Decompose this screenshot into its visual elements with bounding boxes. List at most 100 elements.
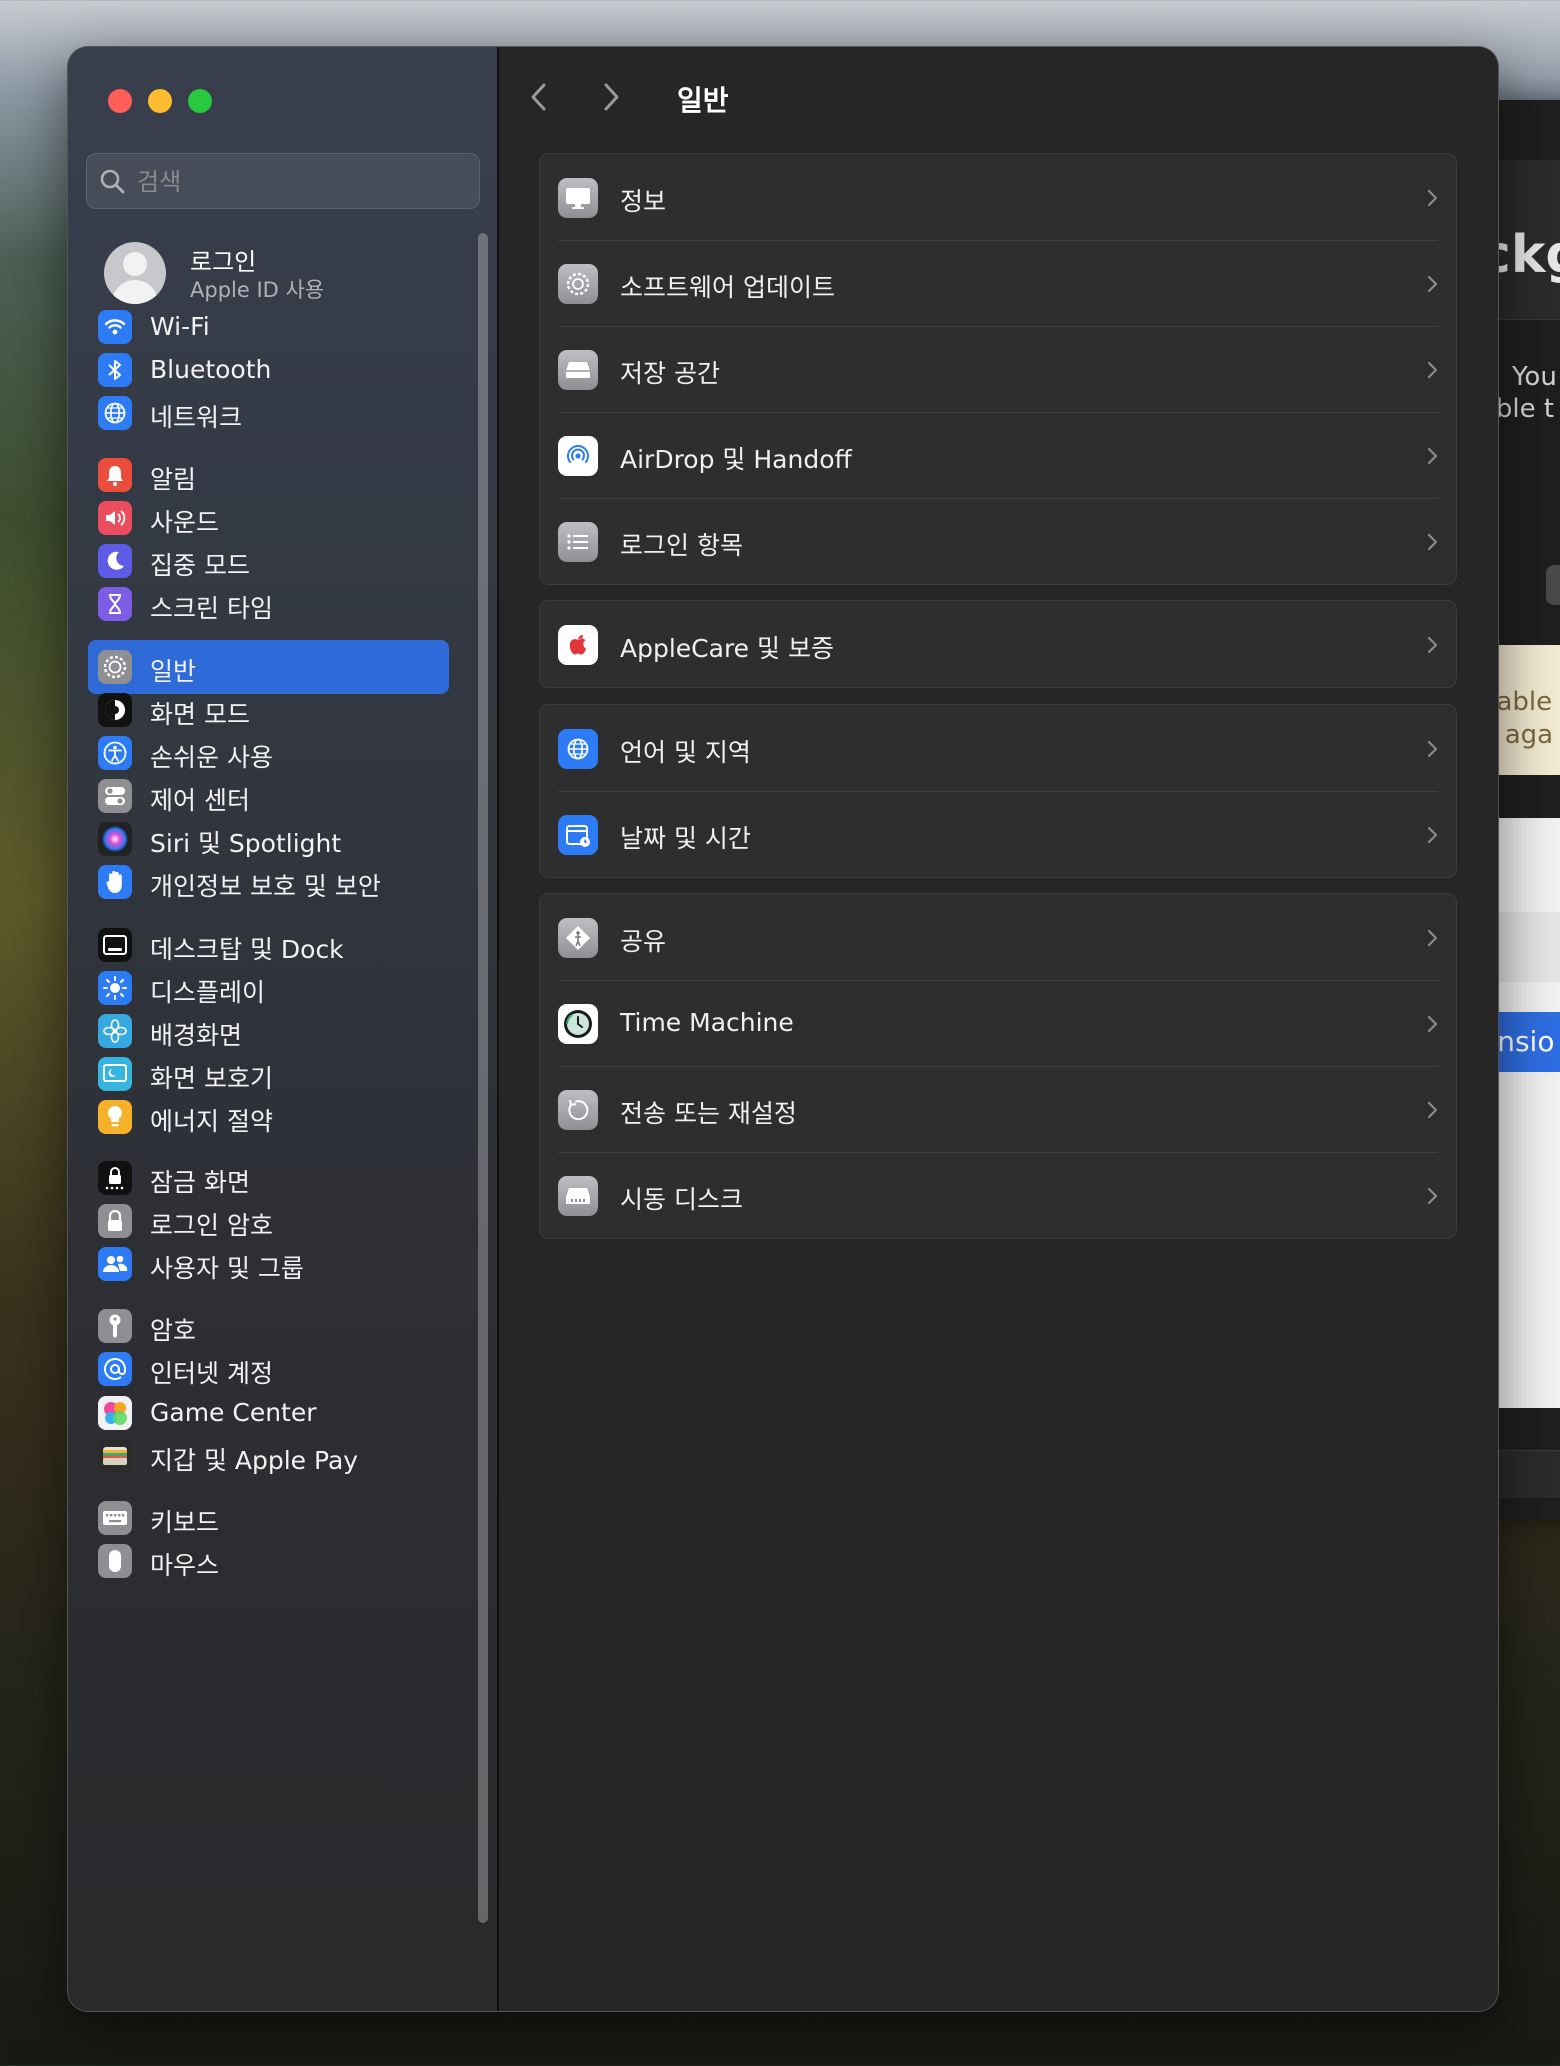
- settings-row-label: Time Machine: [620, 1008, 794, 1037]
- bell-icon: [98, 458, 132, 492]
- chevron-right-icon: [1426, 1100, 1438, 1124]
- sidebar-item-globe[interactable]: 네트워크: [88, 386, 449, 440]
- settings-row-calendar-clock[interactable]: 날짜 및 시간: [540, 791, 1456, 877]
- search-icon: [100, 169, 125, 194]
- chevron-left-icon: [531, 83, 546, 111]
- chevron-right-icon: [1426, 274, 1438, 298]
- sidebar-item-hand[interactable]: 개인정보 보호 및 보안: [88, 855, 449, 909]
- settings-group: 정보소프트웨어 업데이트저장 공간 AirDrop 및 Handoff 로그인 항목: [539, 153, 1457, 585]
- bluetooth-icon: [98, 353, 132, 387]
- sidebar-item-wallet[interactable]: 지갑 및 Apple Pay: [88, 1429, 449, 1483]
- settings-row-label: 언어 및 지역: [620, 738, 751, 767]
- key-icon: [98, 1309, 132, 1343]
- sidebar-item-mouse[interactable]: 마우스: [88, 1534, 449, 1588]
- sidebar-item-label: 마우스: [150, 1551, 220, 1580]
- chevron-right-icon: [1426, 1186, 1438, 1210]
- settings-row-reset[interactable]: 전송 또는 재설정: [540, 1066, 1456, 1152]
- sidebar-item-label: 개인정보 보호 및 보안: [150, 872, 381, 901]
- chevron-right-icon: [1426, 446, 1438, 470]
- search-field[interactable]: [86, 153, 480, 209]
- account-name: 로그인: [190, 248, 257, 276]
- main-pane: 일반 정보소프트웨어 업데이트저장 공간 AirDrop 및 Handoff 로그인…: [499, 47, 1498, 2011]
- background-window-button[interactable]: [1546, 565, 1560, 605]
- startup-disk-icon: [558, 1176, 598, 1216]
- sidebar-item-label: 사용자 및 그룹: [150, 1254, 304, 1283]
- settings-row-drive[interactable]: 저장 공간: [540, 326, 1456, 412]
- screensaver-icon: [98, 1057, 132, 1091]
- globe-icon: [558, 729, 598, 769]
- chevron-right-icon: [1426, 1014, 1438, 1038]
- wallet-icon: [98, 1439, 132, 1473]
- hand-icon: [98, 865, 132, 899]
- keyboard-icon: [98, 1501, 132, 1535]
- forward-button[interactable]: [591, 77, 631, 117]
- list-icon: [558, 522, 598, 562]
- page-title: 일반: [677, 84, 729, 117]
- settings-group: 언어 및 지역날짜 및 시간: [539, 704, 1457, 878]
- close-button[interactable]: [108, 89, 132, 113]
- settings-row-time-machine[interactable]: Time Machine: [540, 980, 1456, 1066]
- settings-row-sharing[interactable]: 공유: [540, 894, 1456, 980]
- settings-row-label: 소프트웨어 업데이트: [620, 273, 835, 302]
- accessibility-icon: [98, 736, 132, 770]
- back-button[interactable]: [519, 77, 559, 117]
- time-machine-icon: [558, 1004, 598, 1044]
- search-input[interactable]: [137, 162, 457, 202]
- chevron-right-icon: [1426, 928, 1438, 952]
- sidebar-scrollbar[interactable]: [478, 233, 488, 1923]
- sharing-icon: [558, 918, 598, 958]
- sidebar-item-hourglass[interactable]: 스크린 타임: [88, 577, 449, 631]
- sidebar-item-label: 에너지 절약: [150, 1107, 273, 1136]
- background-window-text: You: [1512, 362, 1557, 392]
- wifi-icon: [98, 310, 132, 344]
- drive-icon: [558, 350, 598, 390]
- sidebar-item-lightbulb[interactable]: 에너지 절약: [88, 1090, 449, 1144]
- lock-screen-icon: [98, 1161, 132, 1195]
- chevron-right-icon: [1426, 532, 1438, 556]
- sun-icon: [98, 971, 132, 1005]
- calendar-clock-icon: [558, 815, 598, 855]
- settings-row-apple[interactable]: AppleCare 및 보증: [540, 601, 1456, 687]
- speaker-icon: [98, 501, 132, 535]
- settings-row-airdrop[interactable]: AirDrop 및 Handoff: [540, 412, 1456, 498]
- chevron-right-icon: [1426, 360, 1438, 384]
- settings-row-display[interactable]: 정보: [540, 154, 1456, 240]
- chevron-right-icon: [1426, 635, 1438, 659]
- settings-group: 공유 Time Machine 전송 또는 재설정시동 디스크: [539, 893, 1457, 1239]
- avatar: [104, 242, 166, 304]
- system-settings-window: 로그인 Apple ID 사용 Wi-FiBluetooth네트워크알림사운드집…: [68, 47, 1498, 2011]
- zoom-button[interactable]: [188, 89, 212, 113]
- lock-icon: [98, 1204, 132, 1238]
- settings-row-label: AirDrop 및 Handoff: [620, 445, 852, 474]
- display-icon: [558, 178, 598, 218]
- flower-icon: [98, 1014, 132, 1048]
- settings-group: AppleCare 및 보증: [539, 600, 1457, 688]
- settings-row-globe[interactable]: 언어 및 지역: [540, 705, 1456, 791]
- sidebar-item-users[interactable]: 사용자 및 그룹: [88, 1237, 449, 1291]
- settings-row-label: 시동 디스크: [620, 1185, 743, 1214]
- game-center-icon: [98, 1396, 132, 1430]
- lightbulb-icon: [98, 1100, 132, 1134]
- settings-row-label: 공유: [620, 927, 667, 956]
- settings-row-startup-disk[interactable]: 시동 디스크: [540, 1152, 1456, 1238]
- settings-row-gear-badge[interactable]: 소프트웨어 업데이트: [540, 240, 1456, 326]
- settings-row-list[interactable]: 로그인 항목: [540, 498, 1456, 584]
- hourglass-icon: [98, 587, 132, 621]
- at-icon: [98, 1352, 132, 1386]
- sidebar-item-label: 인터넷 계정: [150, 1359, 273, 1388]
- settings-row-label: 전송 또는 재설정: [620, 1099, 797, 1128]
- settings-row-label: 정보: [620, 187, 667, 216]
- settings-row-label: 날짜 및 시간: [620, 824, 751, 853]
- gear-icon: [98, 650, 132, 684]
- apple-icon: [558, 625, 598, 665]
- toggles-icon: [98, 779, 132, 813]
- sidebar-item-label: Game Center: [150, 1398, 317, 1427]
- chevron-right-icon: [1426, 739, 1438, 763]
- siri-icon: [98, 822, 132, 856]
- sidebar-item-label: 지갑 및 Apple Pay: [150, 1446, 359, 1475]
- sidebar-item-label: 스크린 타임: [150, 594, 273, 623]
- gear-badge-icon: [558, 264, 598, 304]
- chevron-right-icon: [604, 83, 619, 111]
- chevron-right-icon: [1426, 825, 1438, 849]
- minimize-button[interactable]: [148, 89, 172, 113]
